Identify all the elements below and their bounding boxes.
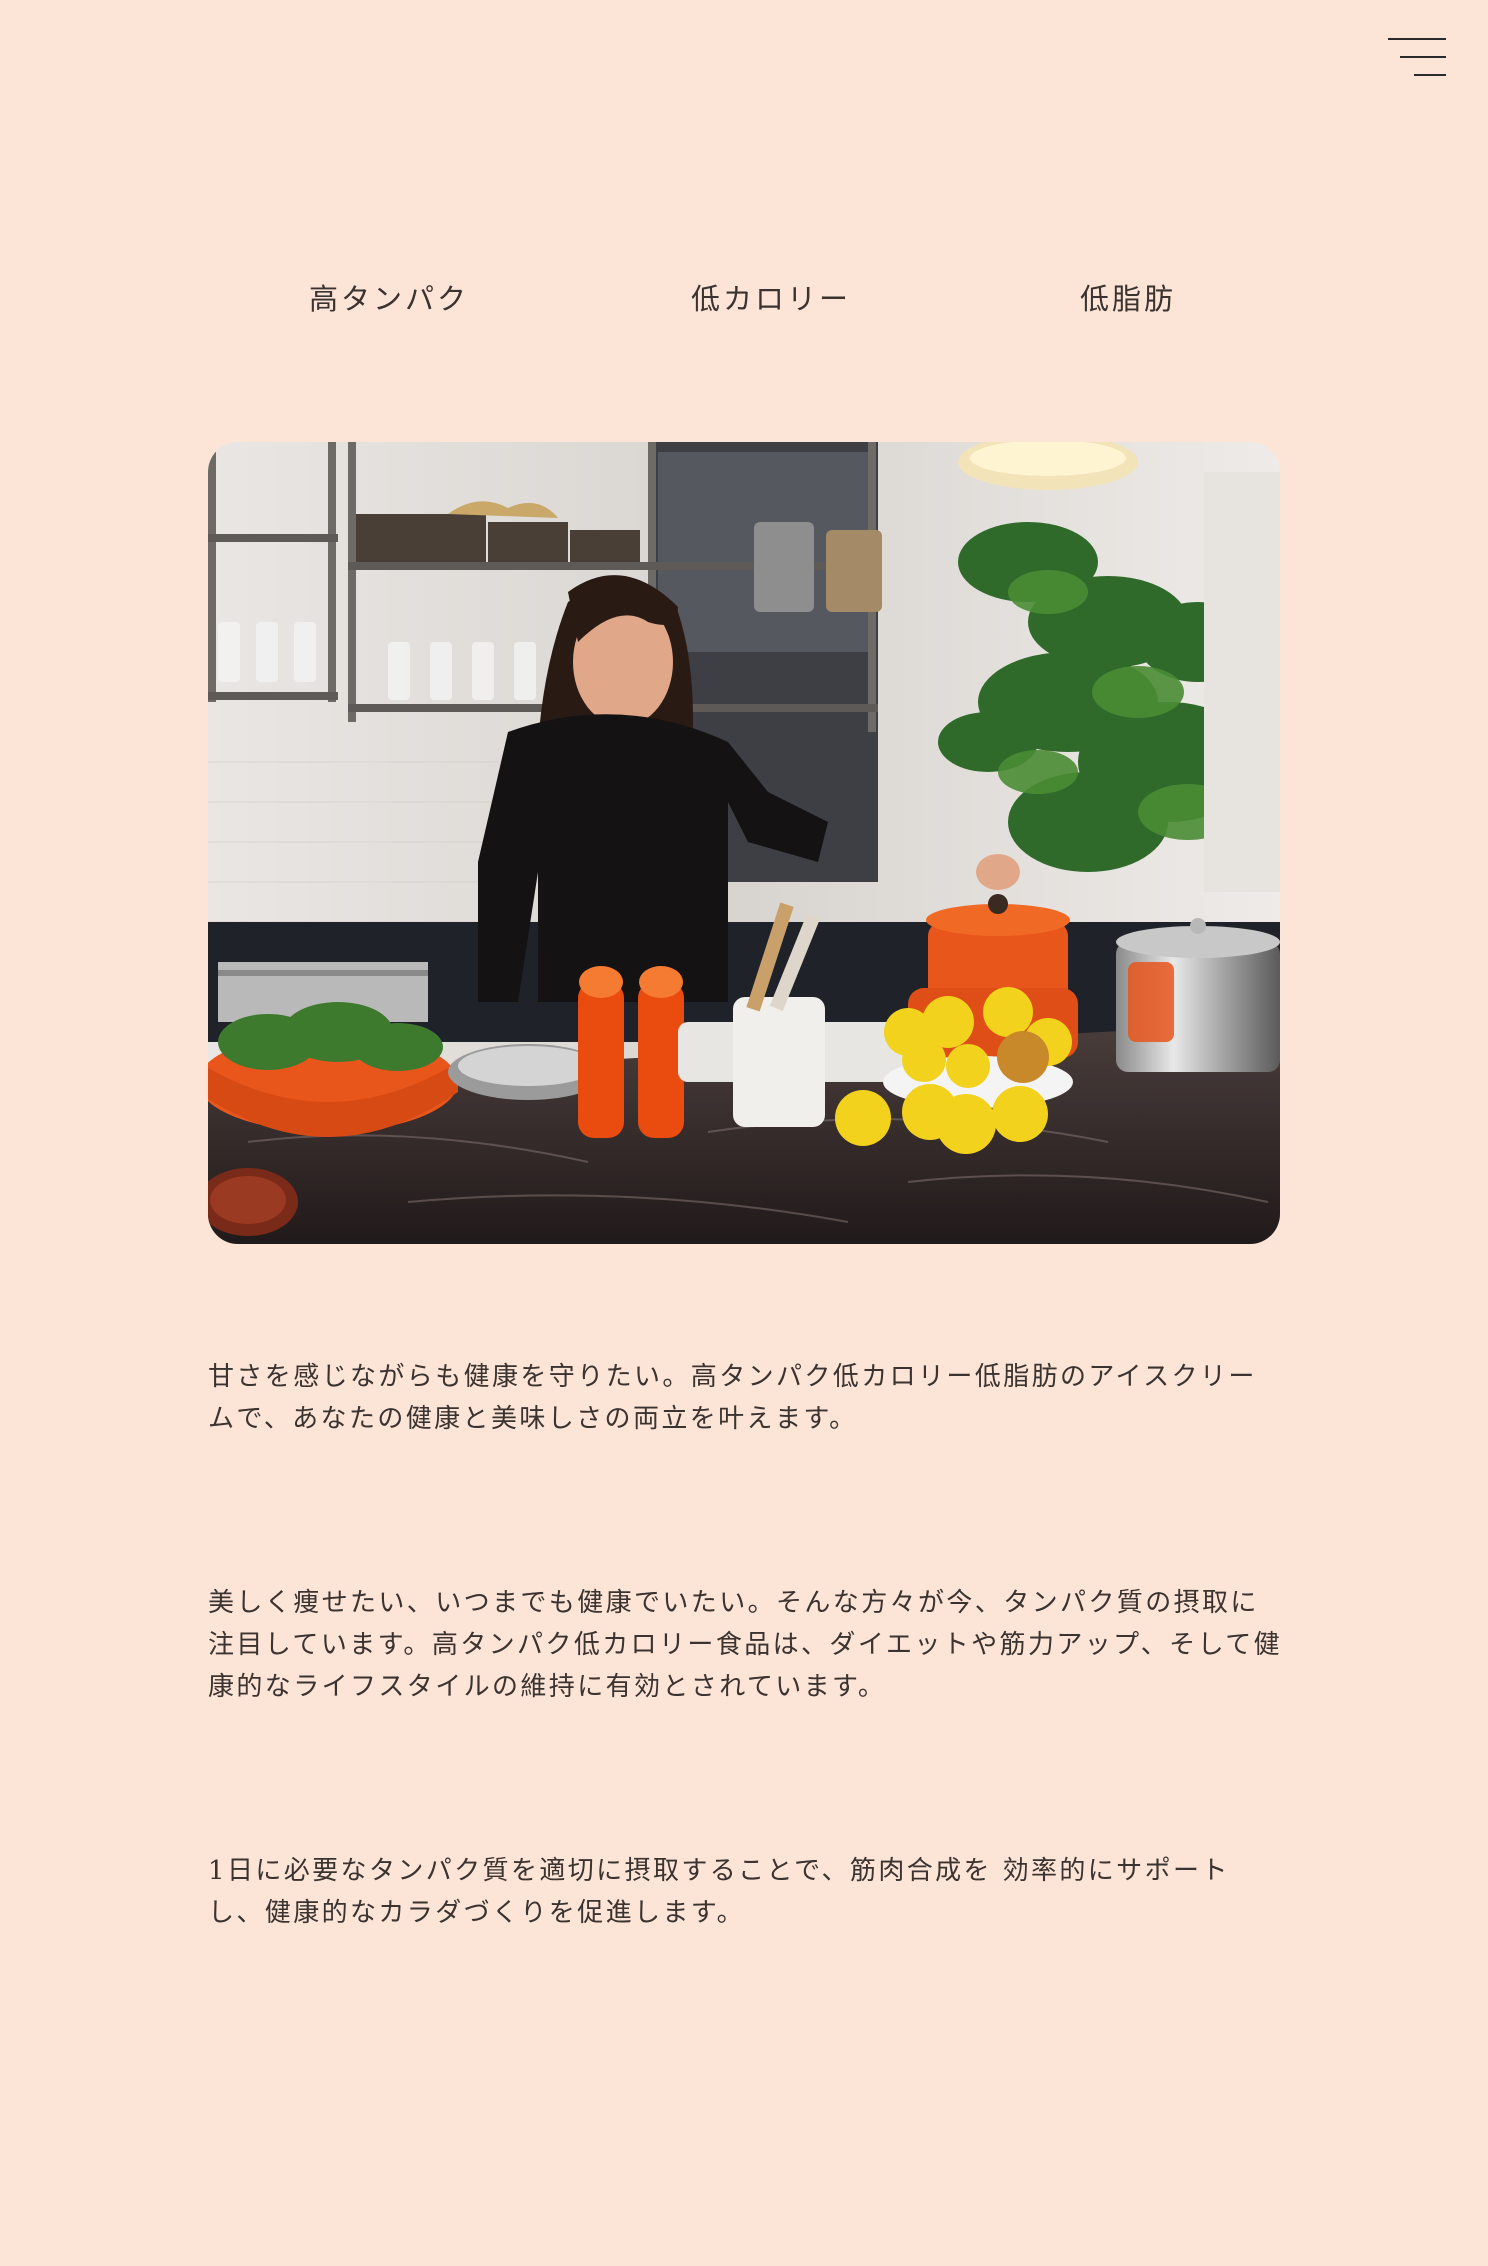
- muscle-support-paragraph: 1日に必要なタンパク質を適切に摂取することで、筋肉合成を 効率的にサポートし、健…: [208, 1856, 1230, 1928]
- tag-low-calorie: 低カロリー: [690, 282, 852, 316]
- intro-paragraph: 甘さを感じながらも健康を守りたい。高タンパク低カロリー低脂肪のアイスクリームで、…: [208, 1362, 1257, 1434]
- menu-line-middle: [1400, 56, 1446, 58]
- menu-line-bottom: [1414, 74, 1446, 76]
- tag-high-protein: 高タンパク: [308, 282, 470, 316]
- hero-kitchen-image: [208, 442, 1280, 1244]
- tag-low-fat: 低脂肪: [1079, 282, 1177, 316]
- menu-line-top: [1388, 38, 1446, 40]
- hamburger-menu-icon[interactable]: [1386, 36, 1450, 82]
- kitchen-illustration: [208, 442, 1280, 1244]
- protein-benefit-paragraph: 美しく痩せたい、いつまでも健康でいたい。そんな方々が今、タンパク質の摂取に注目し…: [208, 1588, 1283, 1702]
